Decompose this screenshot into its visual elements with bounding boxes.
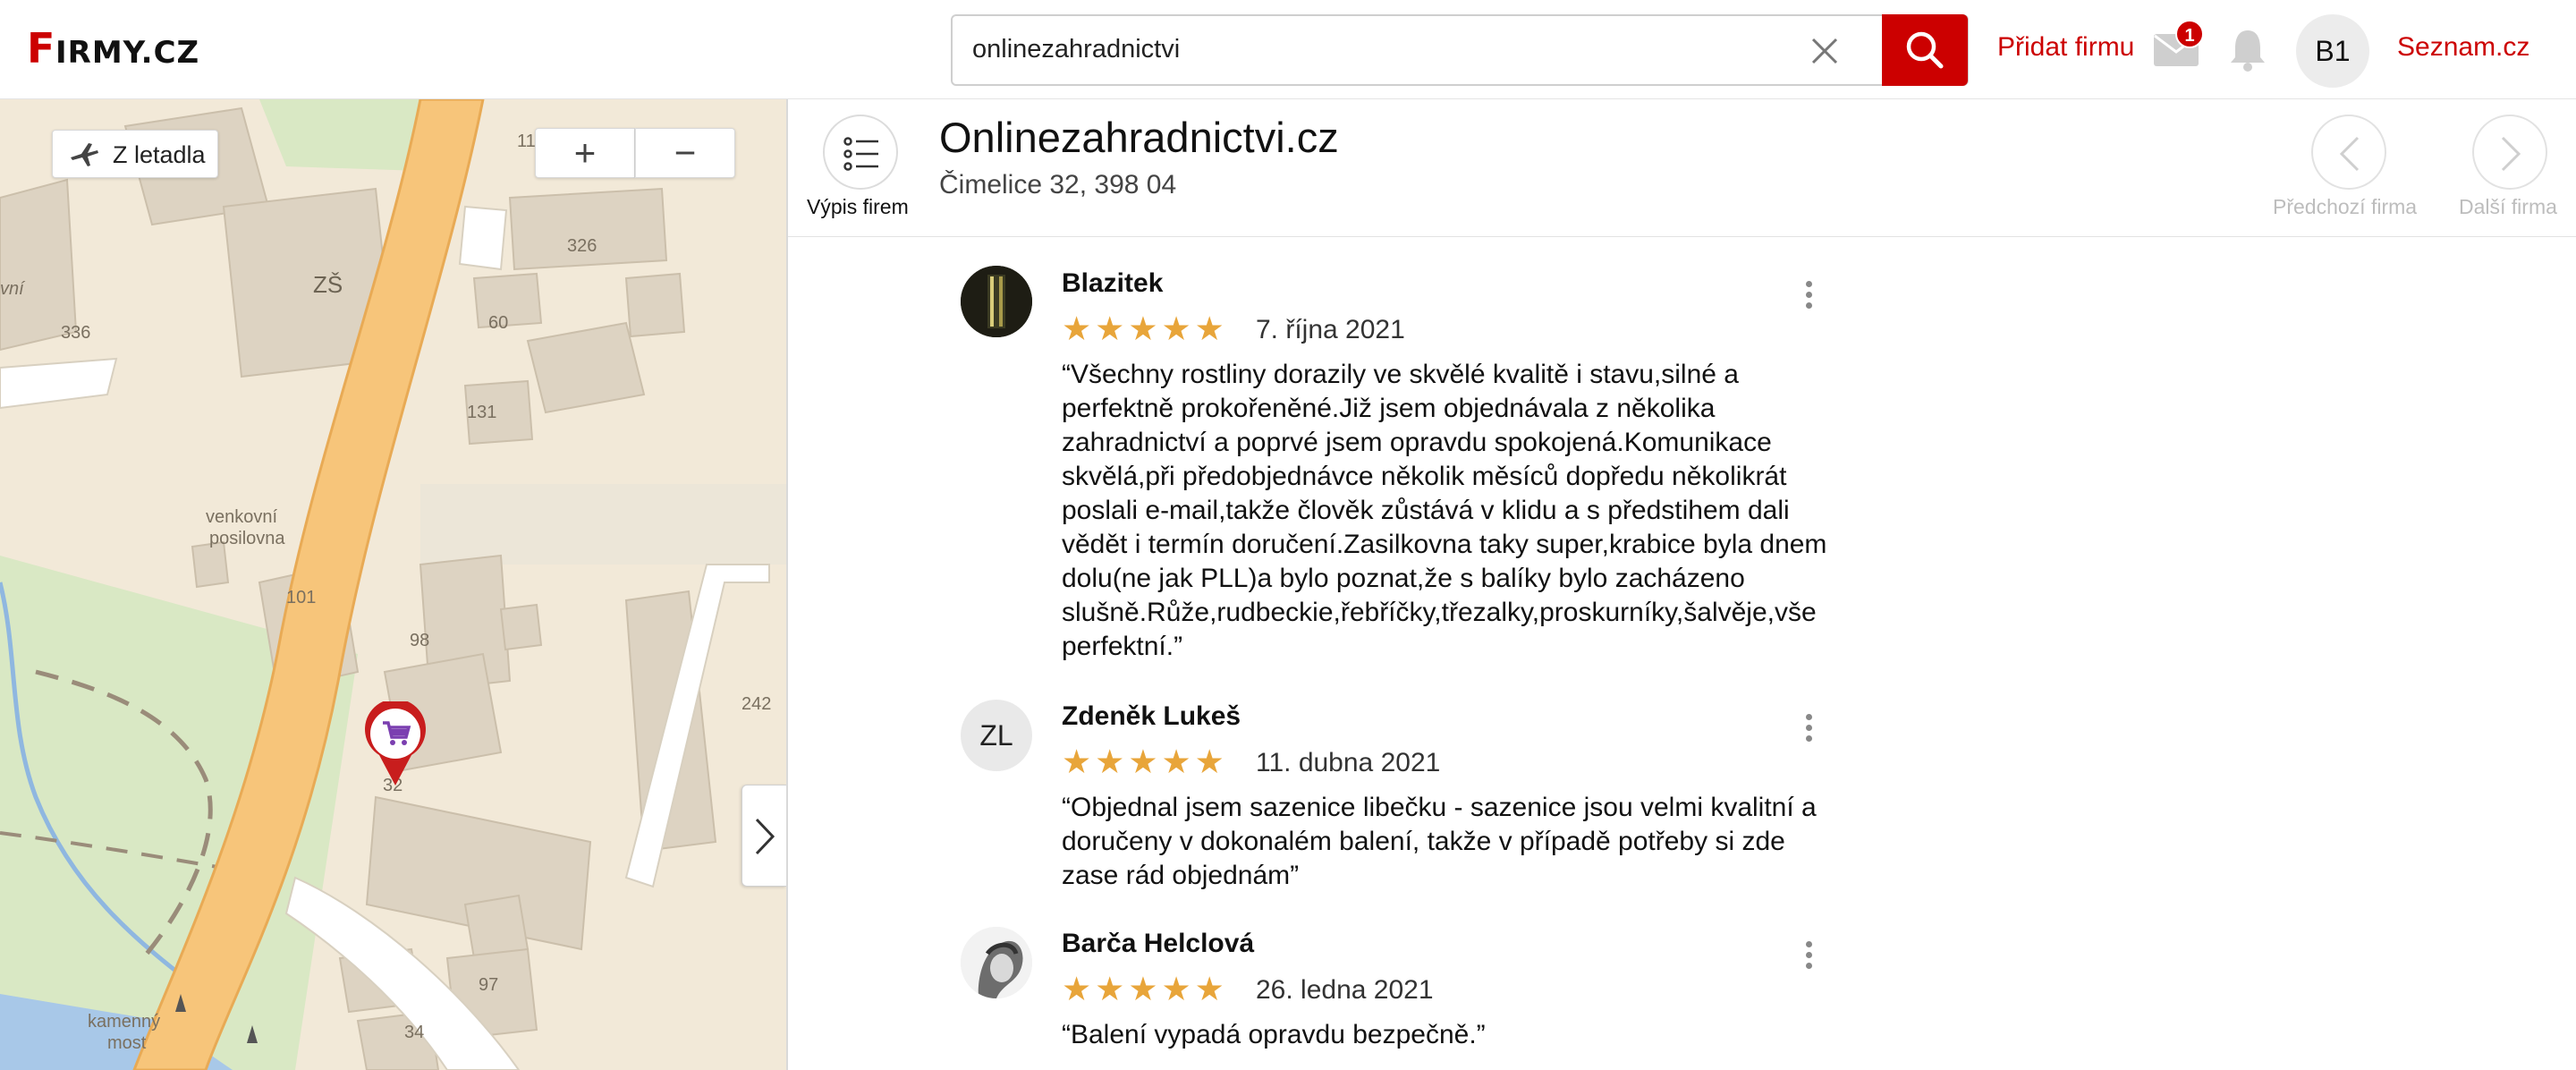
minus-icon: − xyxy=(674,132,697,174)
reviewer-avatar xyxy=(961,927,1032,998)
map-label-stone-2: most xyxy=(107,1033,147,1053)
seznam-link[interactable]: Seznam.cz xyxy=(2397,32,2529,63)
map[interactable]: ZŠ venkovní posilovna kamenný most vní 1… xyxy=(0,99,786,1070)
review-author[interactable]: Barča Helclová xyxy=(1062,929,1254,959)
review-date: 7. října 2021 xyxy=(1256,315,1405,344)
zoom-out-button[interactable]: − xyxy=(635,128,735,178)
svg-text:IRMY.CZ: IRMY.CZ xyxy=(55,35,199,70)
map-label-school: ZŠ xyxy=(313,271,343,298)
review-text: “Všechny rostliny dorazily ve skvělé kva… xyxy=(1062,358,1849,664)
firm-name: Onlinezahradnictvi.cz xyxy=(939,114,1339,161)
map-house-number: 336 xyxy=(61,323,91,343)
search-icon xyxy=(1906,31,1944,69)
review-text-line: perfektně prokořeněné.Již jsem objednáva… xyxy=(1062,394,1716,423)
reviewer-avatar xyxy=(961,266,1032,337)
map-label-partial: vní xyxy=(0,279,24,299)
previous-firm-label[interactable]: Předchozí firma xyxy=(2273,195,2417,219)
aerial-view-label: Z letadla xyxy=(113,141,206,168)
review-author[interactable]: Blazitek xyxy=(1062,268,1163,299)
map-house-number: 60 xyxy=(488,313,509,333)
map-house-number: 131 xyxy=(467,403,497,422)
plus-icon: + xyxy=(573,132,597,174)
map-house-number: 326 xyxy=(567,236,597,256)
clear-search-icon[interactable] xyxy=(1808,34,1842,68)
top-bar: F IRMY.CZ onlinezahradnictvi Přidat firm… xyxy=(0,0,2576,99)
rating-stars: ★★★★★ xyxy=(1062,971,1228,1007)
review-text-line: slušně.Růže,rudbeckie,řebříčky,třezalky,… xyxy=(1062,598,1817,627)
map-label-outdoor-gym-2: posilovna xyxy=(209,529,285,548)
review-author[interactable]: Zdeněk Lukeš xyxy=(1062,701,1241,732)
review-text: “Objednal jsem sazenice libečku - sazeni… xyxy=(1062,791,1849,893)
map-house-number: 97 xyxy=(479,975,499,995)
zoom-in-button[interactable]: + xyxy=(535,128,635,178)
review-text-line: zase rád objednám” xyxy=(1062,861,1300,890)
review-text-line: doručeny v dokonalém balení, takže v pří… xyxy=(1062,827,1785,856)
review-menu-icon[interactable] xyxy=(1796,714,1821,750)
avatar-photo xyxy=(961,927,1032,998)
review-menu-icon[interactable] xyxy=(1796,941,1821,977)
aerial-view-button[interactable]: Z letadla xyxy=(52,130,218,178)
map-house-number: 101 xyxy=(286,588,317,607)
firm-list-label[interactable]: Výpis firem xyxy=(807,195,909,219)
user-avatar[interactable]: B1 xyxy=(2296,14,2369,88)
map-house-number: 34 xyxy=(404,1023,425,1042)
map-house-number: 98 xyxy=(410,631,430,650)
map-label-outdoor-gym-1: venkovní xyxy=(206,507,278,527)
bell-icon[interactable] xyxy=(2227,27,2268,73)
search-box[interactable]: onlinezahradnictvi xyxy=(951,14,1969,86)
plane-icon xyxy=(71,143,98,166)
firm-list-button[interactable] xyxy=(823,115,898,190)
map-canvas[interactable] xyxy=(0,99,786,1070)
review-menu-icon[interactable] xyxy=(1796,281,1821,317)
review-text-line: poslali e-mail,takže člověk zůstává v kl… xyxy=(1062,496,1790,525)
chevron-right-icon xyxy=(2501,136,2521,172)
rating-stars: ★★★★★ xyxy=(1062,743,1228,780)
firmy-logo-mark: F IRMY.CZ xyxy=(27,24,199,72)
previous-firm-button[interactable] xyxy=(2311,115,2386,190)
review-text-line: skvělá,při předobjednávce několik měsíců… xyxy=(1062,462,1787,491)
review-text-line: zahradnictví a poprvé jsem opravdu spoko… xyxy=(1062,428,1772,457)
search-input[interactable]: onlinezahradnictvi xyxy=(972,35,1180,64)
mail-badge: 1 xyxy=(2175,20,2204,48)
avatar-photo xyxy=(961,266,1032,337)
review-text-line: “Balení vypadá opravdu bezpečně.” xyxy=(1062,1020,1486,1049)
review-text: “Balení vypadá opravdu bezpečně.” xyxy=(1062,1018,1849,1052)
collapse-panel-button[interactable] xyxy=(741,785,786,887)
review-text-line: “Objednal jsem sazenice libečku - sazeni… xyxy=(1062,793,1817,822)
add-firm-link[interactable]: Přidat firmu xyxy=(1997,32,2134,63)
map-house-number: 11 xyxy=(517,132,536,151)
review-date: 11. dubna 2021 xyxy=(1256,748,1441,777)
list-icon xyxy=(843,137,878,171)
panel-divider xyxy=(786,99,788,1070)
next-firm-button[interactable] xyxy=(2472,115,2547,190)
review-text-line: dolu(ne jak PLL)a bylo poznat,že s balík… xyxy=(1062,564,1745,593)
review-text-line: perfektní.” xyxy=(1062,632,1183,661)
next-firm-label[interactable]: Další firma xyxy=(2459,195,2557,219)
review-date: 26. ledna 2021 xyxy=(1256,975,1434,1005)
firm-location-pin-icon[interactable] xyxy=(361,701,429,787)
review-text-line: vědět i termín doručení.Zasilkovna taky … xyxy=(1062,530,1827,559)
reviewer-avatar: ZL xyxy=(961,700,1032,771)
firmy-logo[interactable]: F IRMY.CZ xyxy=(27,24,227,81)
firm-address: Čimelice 32, 398 04 xyxy=(939,170,1177,200)
review-text-line: “Všechny rostliny dorazily ve skvělé kva… xyxy=(1062,360,1739,389)
svg-text:F: F xyxy=(27,25,55,70)
rating-stars: ★★★★★ xyxy=(1062,310,1228,347)
chevron-right-icon xyxy=(755,818,775,855)
map-label-stone-1: kamenný xyxy=(88,1012,161,1032)
chevron-left-icon xyxy=(2339,136,2360,172)
search-button[interactable] xyxy=(1882,14,1968,86)
map-house-number: 242 xyxy=(741,694,772,714)
